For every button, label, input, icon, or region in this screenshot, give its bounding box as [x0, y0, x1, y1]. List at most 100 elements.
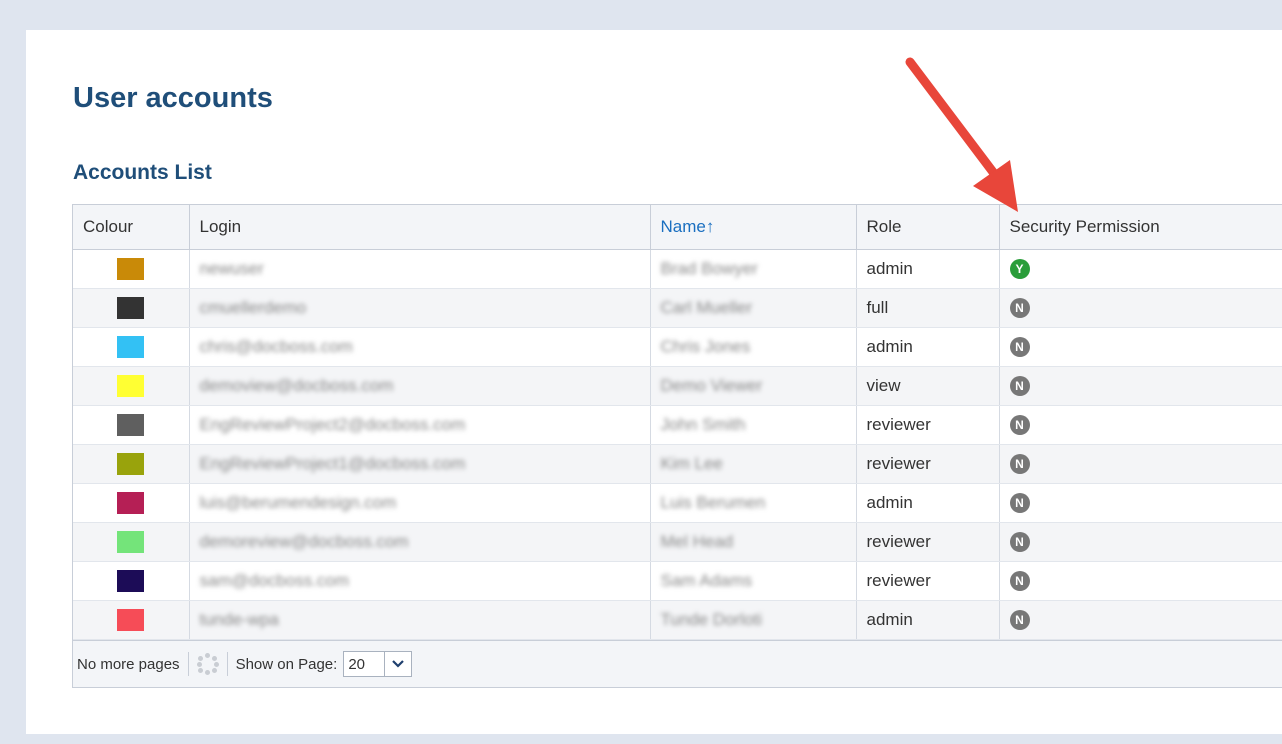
login-value: luis@berumendesign.com [199, 493, 397, 512]
colour-cell [73, 483, 190, 523]
name-value: Chris Jones [660, 337, 751, 356]
name-cell: Kim Lee [650, 444, 857, 484]
page-size-select[interactable]: 20 [343, 651, 413, 677]
login-cell: demoreview@docboss.com [189, 522, 651, 562]
column-header-security-permission[interactable]: Security Permission [999, 205, 1282, 250]
colour-swatch [117, 258, 145, 280]
name-value: Tunde Dorloti [660, 610, 762, 629]
login-cell: sam@docboss.com [189, 561, 651, 601]
login-value: demoreview@docboss.com [199, 532, 409, 551]
role-cell: admin [856, 600, 1000, 640]
role-value: admin [866, 337, 913, 356]
role-cell: admin [856, 249, 1000, 289]
table-footer: No more pages Show on Page: 20 [73, 640, 1282, 687]
page-size-value: 20 [348, 655, 365, 673]
login-cell: EngReviewProject2@docboss.com [189, 405, 651, 445]
login-cell: newuser [189, 249, 651, 289]
column-header-role[interactable]: Role [856, 205, 1000, 250]
colour-swatch [117, 414, 145, 436]
name-value: Mel Head [660, 532, 734, 551]
login-value: tunde-wpa [199, 610, 279, 629]
colour-cell [73, 405, 190, 445]
security-permission-cell: N [999, 483, 1282, 523]
colour-swatch [117, 531, 145, 553]
section-title: Accounts List [73, 161, 212, 184]
role-value: reviewer [866, 571, 931, 590]
show-on-page-label: Show on Page: [235, 655, 338, 673]
table-row[interactable]: luis@berumendesign.com Luis Berumen admin N [73, 483, 1282, 523]
table-row[interactable]: demoview@docboss.com Demo Viewer view N [73, 366, 1282, 406]
login-cell: cmuellerdemo [189, 288, 651, 328]
colour-swatch [117, 297, 145, 319]
name-value: Carl Mueller [660, 298, 753, 317]
login-value: newuser [199, 259, 264, 278]
colour-cell [73, 249, 190, 289]
login-value: cmuellerdemo [199, 298, 307, 317]
column-header-login[interactable]: Login [189, 205, 651, 250]
refresh-icon[interactable] [196, 653, 219, 675]
name-cell: Mel Head [650, 522, 857, 562]
table-row[interactable]: EngReviewProject1@docboss.com Kim Lee revi… [73, 444, 1282, 484]
permission-badge: Y [1009, 259, 1030, 280]
column-header-colour[interactable]: Colour [73, 205, 190, 250]
colour-cell [73, 561, 190, 601]
permission-badge: N [1009, 337, 1030, 358]
table-row[interactable]: demoreview@docboss.com Mel Head reviewer N [73, 522, 1282, 562]
login-value: demoview@docboss.com [199, 376, 394, 395]
name-cell: Sam Adams [650, 561, 857, 601]
colour-swatch [117, 609, 145, 631]
login-cell: EngReviewProject1@docboss.com [189, 444, 651, 484]
name-cell: Tunde Dorloti [650, 600, 857, 640]
column-header-name[interactable]: Name↑ [650, 205, 857, 250]
role-value: reviewer [866, 532, 931, 551]
role-value: reviewer [866, 415, 931, 434]
role-value: admin [866, 493, 913, 512]
login-value: sam@docboss.com [199, 571, 350, 590]
name-value: Demo Viewer [660, 376, 763, 395]
table-row[interactable]: EngReviewProject2@docboss.com John Smith r… [73, 405, 1282, 445]
table-row[interactable]: chris@docboss.com Chris Jones admin N [73, 327, 1282, 367]
divider [187, 652, 189, 676]
name-cell: John Smith [650, 405, 857, 445]
login-value: chris@docboss.com [199, 337, 353, 356]
role-value: admin [866, 259, 913, 278]
permission-badge: N [1009, 415, 1030, 436]
role-cell: admin [856, 327, 1000, 367]
colour-swatch [117, 492, 145, 514]
table-row[interactable]: sam@docboss.com Sam Adams reviewer N [73, 561, 1282, 601]
colour-swatch [117, 570, 145, 592]
permission-badge: N [1009, 493, 1030, 514]
security-permission-cell: N [999, 366, 1282, 406]
colour-swatch [117, 375, 145, 397]
accounts-table: Colour Login Name↑ Role Security Permiss… [72, 204, 1282, 688]
name-value: Luis Berumen [660, 493, 766, 512]
name-value: Kim Lee [660, 454, 723, 473]
permission-badge: N [1009, 376, 1030, 397]
colour-swatch [117, 453, 145, 475]
security-permission-cell: N [999, 522, 1282, 562]
login-cell: demoview@docboss.com [189, 366, 651, 406]
role-cell: reviewer [856, 561, 1000, 601]
chevron-down-icon[interactable] [384, 652, 411, 676]
colour-swatch [117, 336, 145, 358]
login-cell: chris@docboss.com [189, 327, 651, 367]
table-row[interactable]: cmuellerdemo Carl Mueller full N [73, 288, 1282, 328]
colour-cell [73, 288, 190, 328]
role-cell: full [856, 288, 1000, 328]
role-value: view [866, 376, 901, 395]
pagination-status: No more pages [77, 655, 180, 673]
role-value: full [866, 298, 889, 317]
name-value: Brad Bowyer [660, 259, 758, 278]
role-value: reviewer [866, 454, 931, 473]
table-row[interactable]: newuser Brad Bowyer admin Y [73, 249, 1282, 289]
permission-badge: N [1009, 532, 1030, 553]
permission-badge: N [1009, 454, 1030, 475]
table-row[interactable]: tunde-wpa Tunde Dorloti admin N [73, 600, 1282, 640]
table-header-row: Colour Login Name↑ Role Security Permiss… [73, 205, 1282, 250]
name-cell: Brad Bowyer [650, 249, 857, 289]
name-value: Sam Adams [660, 571, 753, 590]
permission-badge: N [1009, 610, 1030, 631]
security-permission-cell: Y [999, 249, 1282, 289]
colour-cell [73, 600, 190, 640]
sort-ascending-icon: ↑ [705, 217, 715, 236]
